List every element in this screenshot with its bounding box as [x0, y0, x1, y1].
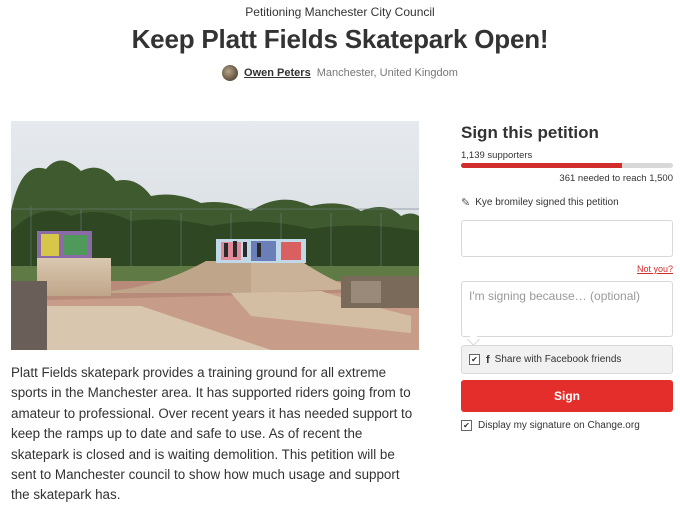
author-location: Manchester, United Kingdom: [316, 67, 458, 79]
needed-count: 361 needed to reach 1,500: [559, 173, 673, 184]
avatar[interactable]: [222, 65, 239, 81]
reason-input[interactable]: [461, 281, 673, 337]
petition-photo: [11, 121, 419, 350]
sign-button[interactable]: Sign: [461, 380, 673, 412]
supporters-count: 1,139 supporters: [461, 150, 533, 161]
progress-fill: [461, 163, 623, 168]
pen-icon: ✎: [461, 197, 471, 209]
share-facebook-checkbox[interactable]: ✔: [469, 354, 480, 365]
petition-description: Platt Fields skatepark provides a traini…: [11, 365, 413, 503]
progress-bar: [461, 163, 673, 168]
author-line: Owen Peters Manchester, United Kingdom: [0, 65, 680, 81]
facebook-icon: f: [486, 353, 490, 366]
share-facebook-option[interactable]: ✔ f Share with Facebook friends: [461, 345, 673, 374]
display-signature-option[interactable]: ✔ Display my signature on Change.org: [461, 420, 640, 431]
skatepark-photo: [11, 121, 419, 350]
recent-signer-text: Kye bromiley signed this petition: [475, 197, 619, 208]
sign-title: Sign this petition: [461, 123, 599, 142]
author-link[interactable]: Owen Peters: [244, 67, 311, 79]
recent-signer: ✎ Kye bromiley signed this petition: [461, 196, 619, 209]
display-signature-checkbox[interactable]: ✔: [461, 420, 472, 431]
petition-target: Petitioning Manchester City Council: [245, 5, 435, 19]
name-field[interactable]: [461, 220, 673, 257]
share-facebook-label: Share with Facebook friends: [494, 354, 622, 365]
page-title: Keep Platt Fields Skatepark Open!: [131, 24, 549, 54]
display-signature-label: Display my signature on Change.org: [478, 420, 640, 431]
not-you-link[interactable]: Not you?: [637, 264, 673, 274]
